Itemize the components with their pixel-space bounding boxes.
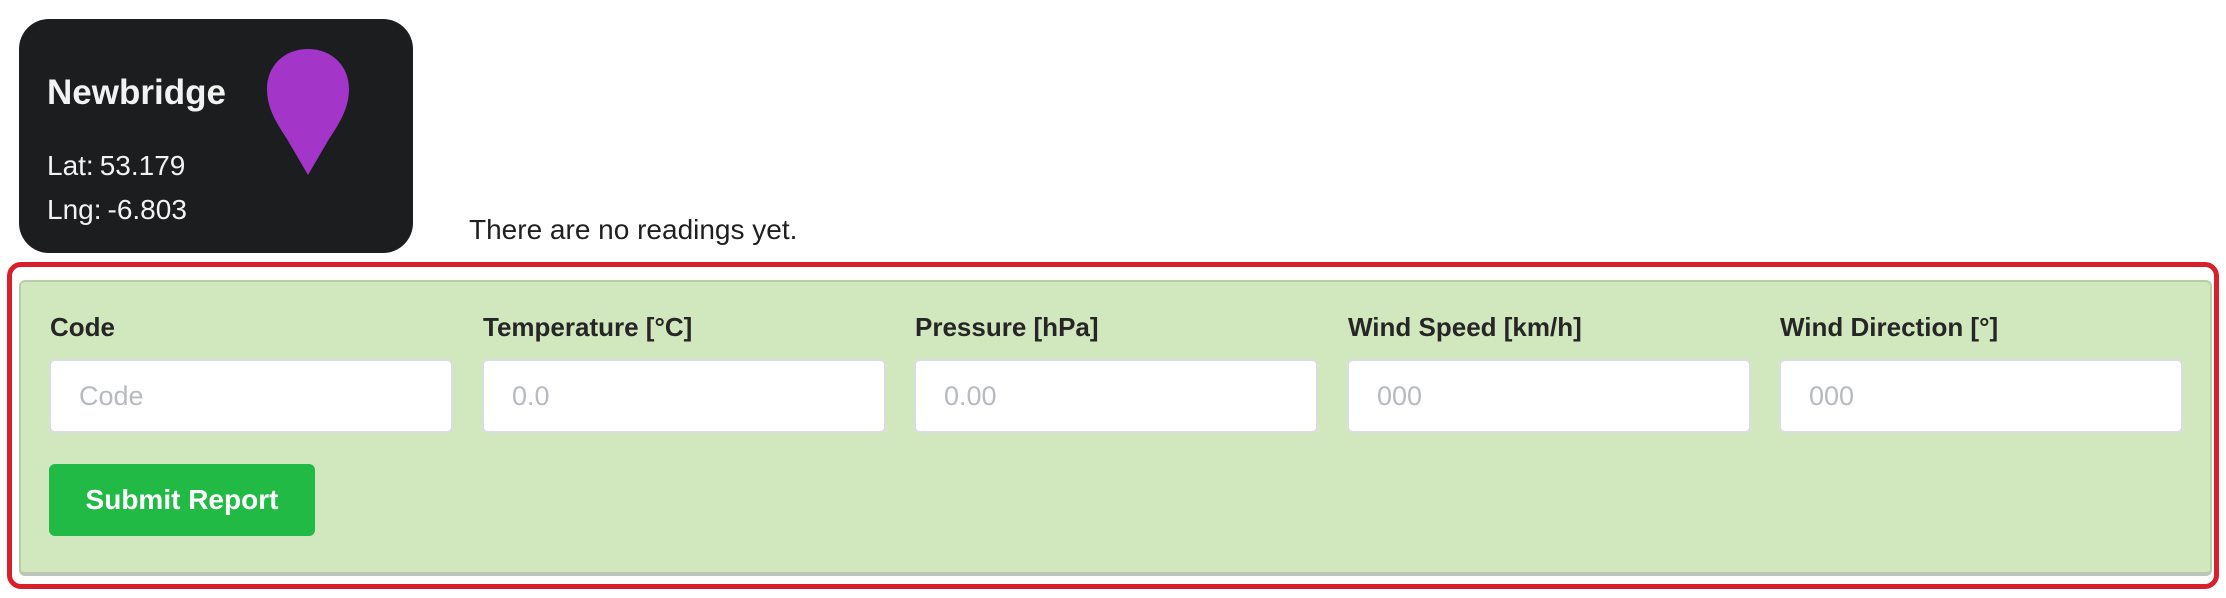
latitude-label: Lat: — [47, 150, 94, 181]
code-field: Code — [49, 314, 453, 433]
page: Newbridge Lat: 53.179 Lng: -6.803 There ar… — [0, 0, 2226, 598]
longitude-label: Lng: — [47, 194, 102, 225]
temperature-field: Temperature [°C] — [482, 314, 886, 433]
wind-direction-input[interactable] — [1779, 359, 2183, 433]
station-latitude: Lat: 53.179 — [47, 152, 185, 180]
pressure-label: Pressure [hPa] — [915, 312, 1099, 342]
wind-speed-input[interactable] — [1347, 359, 1751, 433]
code-input[interactable] — [49, 359, 453, 433]
latitude-value: 53.179 — [99, 150, 186, 181]
no-readings-message: There are no readings yet. — [469, 214, 798, 245]
station-name: Newbridge — [47, 73, 226, 112]
code-label: Code — [50, 312, 115, 342]
station-card: Newbridge Lat: 53.179 Lng: -6.803 — [19, 19, 413, 253]
map-pin-icon — [267, 49, 349, 175]
wind-speed-field: Wind Speed [km/h] — [1347, 314, 1751, 433]
wind-speed-label: Wind Speed [km/h] — [1348, 312, 1582, 342]
report-form: Code Temperature [°C] Pressure [hPa] Win… — [19, 280, 2212, 576]
temperature-label: Temperature [°C] — [483, 312, 693, 342]
longitude-value: -6.803 — [107, 194, 187, 225]
wind-direction-label: Wind Direction [°] — [1780, 312, 1999, 342]
temperature-input[interactable] — [482, 359, 886, 433]
submit-report-button[interactable]: Submit Report — [49, 464, 315, 536]
wind-direction-field: Wind Direction [°] — [1779, 314, 2183, 433]
pressure-input[interactable] — [914, 359, 1318, 433]
station-longitude: Lng: -6.803 — [47, 196, 187, 224]
pressure-field: Pressure [hPa] — [914, 314, 1318, 433]
